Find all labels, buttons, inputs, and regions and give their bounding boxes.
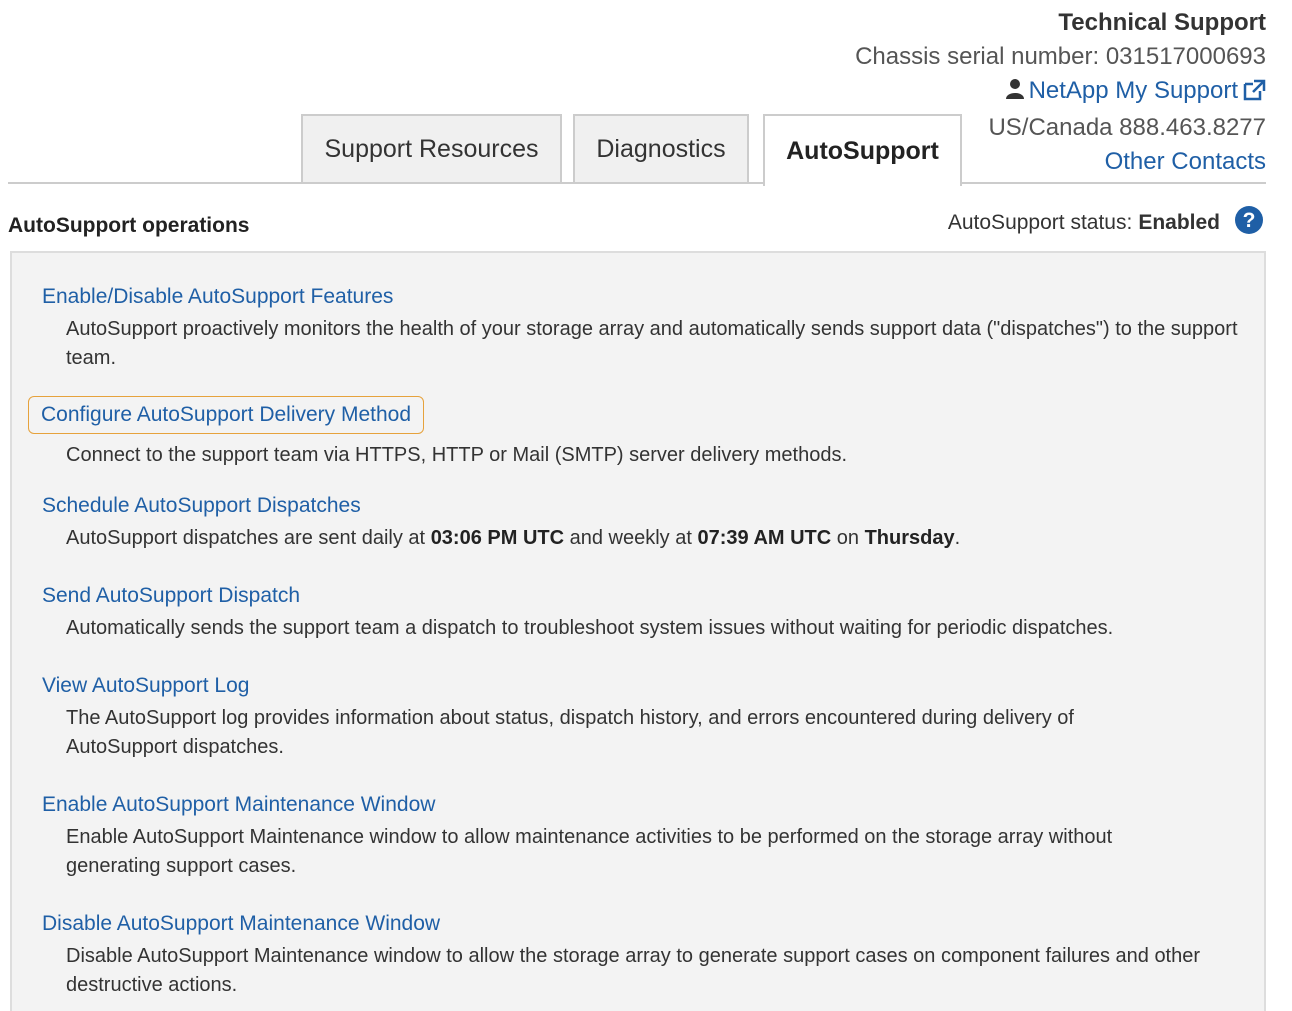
tab-diagnostics[interactable]: Diagnostics xyxy=(573,114,749,182)
help-icon[interactable]: ? xyxy=(1234,205,1264,241)
chassis-serial: Chassis serial number: 031517000693 xyxy=(855,43,1266,70)
operation-item: Enable/Disable AutoSupport Features Auto… xyxy=(42,285,1242,373)
operation-description: Disable AutoSupport Maintenance window t… xyxy=(66,945,1201,996)
svg-text:?: ? xyxy=(1243,209,1256,232)
netapp-support-link[interactable]: NetApp My Support xyxy=(1029,77,1238,104)
tab-autosupport[interactable]: AutoSupport xyxy=(763,114,962,186)
operation-item: Schedule AutoSupport Dispatches AutoSupp… xyxy=(42,494,1242,553)
operation-item: View AutoSupport Log The AutoSupport log… xyxy=(42,674,1132,762)
operation-description: AutoSupport proactively monitors the hea… xyxy=(66,318,1238,369)
operation-item: Enable AutoSupport Maintenance Window En… xyxy=(42,793,1202,881)
section-title: AutoSupport operations xyxy=(8,214,250,237)
desc-text: on xyxy=(836,527,860,549)
desc-text: and weekly at xyxy=(569,527,692,549)
status-value: Enabled xyxy=(1138,211,1220,234)
weekday: Thursday xyxy=(864,527,955,549)
desc-text: AutoSupport dispatches are sent daily at xyxy=(66,527,426,549)
enable-disable-features-link[interactable]: Enable/Disable AutoSupport Features xyxy=(42,285,393,309)
status-label: AutoSupport status: xyxy=(947,211,1133,234)
operations-panel: Enable/Disable AutoSupport Features Auto… xyxy=(10,251,1266,1011)
enable-maintenance-window-link[interactable]: Enable AutoSupport Maintenance Window xyxy=(42,793,435,817)
daily-time: 03:06 PM UTC xyxy=(430,527,565,549)
page-title: Technical Support xyxy=(1058,9,1266,36)
send-dispatch-link[interactable]: Send AutoSupport Dispatch xyxy=(42,584,300,608)
operation-item: Configure AutoSupport Delivery Method Co… xyxy=(27,396,1242,470)
external-link-icon[interactable] xyxy=(1242,77,1266,111)
tab-support-resources[interactable]: Support Resources xyxy=(301,114,562,182)
user-icon xyxy=(1005,76,1025,110)
operation-item: Disable AutoSupport Maintenance Window D… xyxy=(42,912,1232,1000)
operation-description: Automatically sends the support team a d… xyxy=(66,617,1114,639)
operation-item: Send AutoSupport Dispatch Automatically … xyxy=(42,584,1242,643)
view-log-link[interactable]: View AutoSupport Log xyxy=(42,674,249,698)
autosupport-status: AutoSupport status: Enabled ? xyxy=(948,205,1264,241)
operation-description: Connect to the support team via HTTPS, H… xyxy=(66,444,847,466)
operation-description: The AutoSupport log provides information… xyxy=(66,707,1074,758)
tab-bar-divider xyxy=(8,182,1266,184)
operation-description: AutoSupport dispatches are sent daily at… xyxy=(66,524,1242,553)
schedule-dispatches-link[interactable]: Schedule AutoSupport Dispatches xyxy=(42,494,361,518)
operation-description: Enable AutoSupport Maintenance window to… xyxy=(66,826,1113,877)
other-contacts-link[interactable]: Other Contacts xyxy=(1105,148,1266,175)
configure-delivery-method-link[interactable]: Configure AutoSupport Delivery Method xyxy=(27,396,425,434)
desc-text: . xyxy=(954,527,961,549)
disable-maintenance-window-link[interactable]: Disable AutoSupport Maintenance Window xyxy=(42,912,440,936)
weekly-time: 07:39 AM UTC xyxy=(697,527,832,549)
